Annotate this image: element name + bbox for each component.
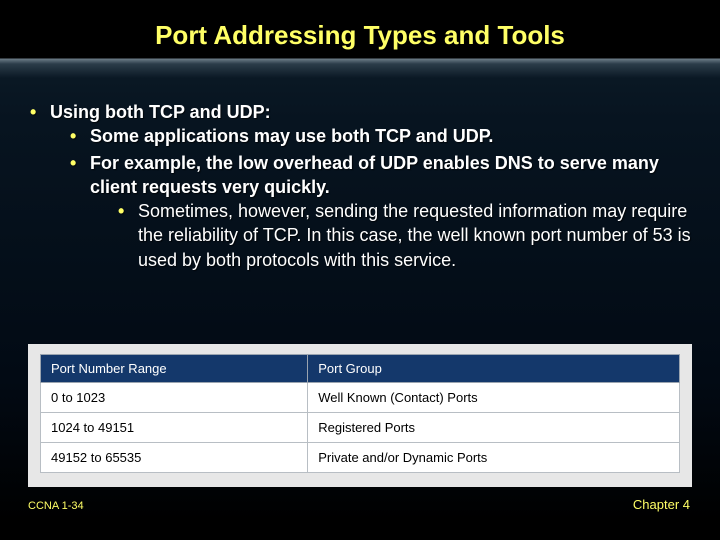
bullet-level2: For example, the low overhead of UDP ena… <box>68 151 692 272</box>
bullet-text: For example, the low overhead of UDP ena… <box>90 153 659 197</box>
port-table-container: Port Number Range Port Group 0 to 1023 W… <box>28 344 692 487</box>
slide-body: Using both TCP and UDP: Some application… <box>28 100 692 274</box>
bullet-level2: Some applications may use both TCP and U… <box>68 124 692 148</box>
bullet-level1: Using both TCP and UDP: Some application… <box>28 100 692 272</box>
port-table: Port Number Range Port Group 0 to 1023 W… <box>40 354 680 473</box>
bullet-text: Sometimes, however, sending the requeste… <box>138 201 691 270</box>
slide: Port Addressing Types and Tools Using bo… <box>0 0 720 540</box>
table-header-cell: Port Number Range <box>41 355 308 383</box>
table-cell: Registered Ports <box>308 413 680 443</box>
table-row: 1024 to 49151 Registered Ports <box>41 413 680 443</box>
table-cell: Well Known (Contact) Ports <box>308 383 680 413</box>
table-cell: 0 to 1023 <box>41 383 308 413</box>
bullet-text: Using both TCP and UDP: <box>50 102 271 122</box>
table-row: 49152 to 65535 Private and/or Dynamic Po… <box>41 443 680 473</box>
table-cell: Private and/or Dynamic Ports <box>308 443 680 473</box>
table-header-row: Port Number Range Port Group <box>41 355 680 383</box>
table-cell: 1024 to 49151 <box>41 413 308 443</box>
table-row: 0 to 1023 Well Known (Contact) Ports <box>41 383 680 413</box>
table-cell: 49152 to 65535 <box>41 443 308 473</box>
footer-left: CCNA 1-34 <box>28 500 84 512</box>
footer-right: Chapter 4 <box>633 497 690 512</box>
bullet-level3: Sometimes, however, sending the requeste… <box>116 199 692 272</box>
bullet-text: Some applications may use both TCP and U… <box>90 126 493 146</box>
table-header-cell: Port Group <box>308 355 680 383</box>
slide-title: Port Addressing Types and Tools <box>0 0 720 51</box>
